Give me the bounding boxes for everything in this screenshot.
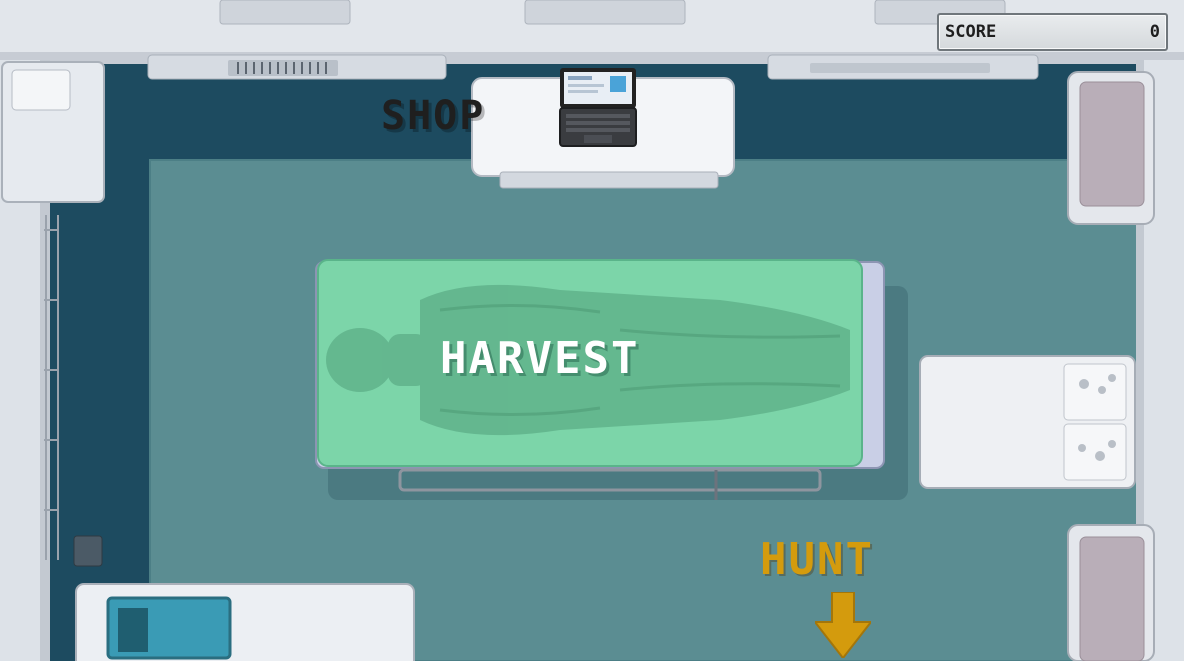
- score-panel: SCORE 0: [937, 13, 1168, 51]
- score-label: SCORE: [945, 22, 997, 42]
- arrow-down-icon[interactable]: [815, 592, 871, 658]
- game-screen: SHOP HARVEST HUNT SCORE 0: [0, 0, 1184, 661]
- harvest-label[interactable]: HARVEST: [440, 337, 639, 381]
- score-value: 0: [1149, 22, 1160, 42]
- hunt-label[interactable]: HUNT: [760, 538, 874, 582]
- laptop-icon[interactable]: [556, 66, 640, 148]
- shop-label[interactable]: SHOP: [381, 96, 485, 136]
